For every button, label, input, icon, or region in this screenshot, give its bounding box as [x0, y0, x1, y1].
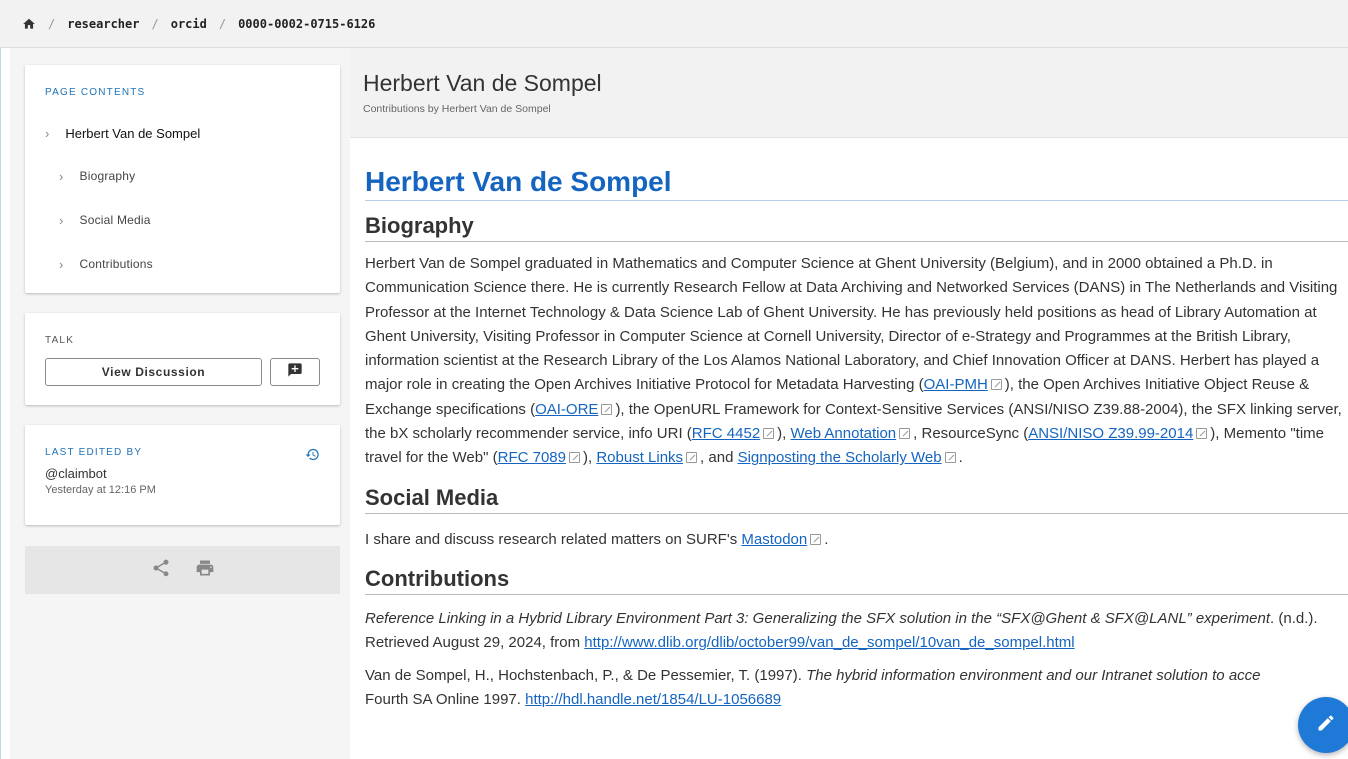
bio-text: ), — [777, 425, 791, 443]
last-edited-title: LAST EDITED BY — [45, 447, 143, 458]
bio-text: Herbert Van de Sompel graduated in Mathe… — [365, 255, 1338, 394]
breadcrumb-separator: / — [48, 16, 56, 31]
last-edited-time: Yesterday at 12:16 PM — [45, 484, 156, 496]
external-link-icon — [990, 379, 1002, 391]
breadcrumb-separator: / — [218, 16, 227, 31]
bio-text: , ResourceSync ( — [913, 425, 1029, 443]
reference-url[interactable]: http://hdl.handle.net/1854/LU-1056689 — [525, 691, 781, 708]
bio-text: . — [958, 449, 963, 467]
chevron-right-icon: › — [45, 125, 50, 141]
toc-item-label: Social Media — [79, 213, 151, 227]
breadcrumb-item-researcher[interactable]: researcher — [67, 17, 139, 31]
external-link-icon — [686, 452, 698, 464]
history-icon[interactable] — [305, 447, 320, 467]
link-web-annotation[interactable]: Web Annotation — [791, 425, 897, 442]
biography-heading: Biography — [365, 213, 1348, 242]
bio-text: , and — [700, 449, 738, 467]
last-edited-card: LAST EDITED BY @claimbot Yesterday at 12… — [25, 425, 340, 525]
add-comment-icon — [287, 362, 303, 383]
last-edited-user: @claimbot — [45, 466, 107, 481]
reference-retrieved: Retrieved August 29, 2024, from — [365, 634, 585, 652]
chevron-right-icon: › — [59, 256, 64, 272]
sidebar: PAGE CONTENTS › Herbert Van de Sompel › … — [10, 48, 350, 759]
chevron-right-icon: › — [59, 212, 64, 228]
contributions-heading: Contributions — [365, 566, 1348, 595]
reference-title: Reference Linking in a Hybrid Library En… — [365, 609, 1271, 627]
article-title: Herbert Van de Sompel — [365, 166, 1348, 201]
add-comment-button[interactable] — [270, 358, 320, 386]
talk-card: TALK View Discussion — [25, 313, 340, 405]
share-icon[interactable] — [151, 558, 171, 583]
link-robust-links[interactable]: Robust Links — [596, 449, 683, 466]
reference-item: Reference Linking in a Hybrid Library En… — [365, 607, 1348, 656]
reference-authors: Van de Sompel, H., Hochstenbach, P., & D… — [365, 666, 807, 684]
pencil-icon — [1316, 713, 1336, 738]
page-actions-bar — [25, 546, 340, 594]
link-rfc-7089[interactable]: RFC 7089 — [498, 449, 566, 466]
external-link-icon — [1196, 428, 1208, 440]
link-rfc-4452[interactable]: RFC 4452 — [692, 425, 760, 442]
reference-title: The hybrid information environment and o… — [806, 666, 1261, 684]
toc-item-contributions[interactable]: › Contributions — [45, 242, 320, 286]
reference-url[interactable]: http://www.dlib.org/dlib/october99/van_d… — [584, 634, 1074, 651]
toc-item-label: Biography — [79, 169, 136, 183]
link-oai-ore[interactable]: OAI-ORE — [535, 401, 598, 418]
external-link-icon — [944, 452, 956, 464]
link-ansi-niso[interactable]: ANSI/NISO Z39.99-2014 — [1028, 425, 1193, 442]
edit-page-button[interactable] — [1298, 697, 1348, 753]
external-link-icon — [601, 403, 613, 415]
page-title: Herbert Van de Sompel — [363, 70, 602, 96]
social-text: I share and discuss research related mat… — [365, 530, 742, 548]
toc-item-social-media[interactable]: › Social Media — [45, 198, 320, 242]
reference-source: Fourth SA Online 1997. — [365, 690, 526, 708]
window-left-edge — [0, 0, 10, 759]
toc-item-label: Contributions — [79, 257, 153, 271]
chevron-right-icon: › — [59, 168, 64, 184]
bio-text: ), — [582, 449, 597, 467]
page-contents-title: PAGE CONTENTS — [45, 87, 146, 98]
link-oai-pmh[interactable]: OAI-PMH — [924, 376, 988, 393]
external-link-icon — [810, 533, 822, 545]
biography-text: Herbert Van de Sompel graduated in Mathe… — [365, 252, 1348, 471]
page-subtitle: Contributions by Herbert Van de Sompel — [363, 103, 551, 115]
link-mastodon[interactable]: Mastodon — [741, 531, 807, 548]
main-content: Herbert Van de Sompel Contributions by H… — [350, 48, 1348, 759]
external-link-icon — [763, 428, 775, 440]
social-media-heading: Social Media — [365, 485, 1348, 514]
print-icon[interactable] — [195, 558, 215, 583]
reference-item: Van de Sompel, H., Hochstenbach, P., & D… — [365, 664, 1348, 713]
home-icon[interactable] — [22, 17, 36, 31]
breadcrumb-item-orcid[interactable]: orcid — [171, 17, 207, 31]
reference-meta: . (n.d.). — [1270, 609, 1318, 627]
page-contents-card: PAGE CONTENTS › Herbert Van de Sompel › … — [25, 65, 340, 293]
breadcrumb-item-orcid-id[interactable]: 0000-0002-0715-6126 — [238, 17, 375, 31]
toc-item-biography[interactable]: › Biography — [45, 154, 320, 198]
toc-item-main[interactable]: › Herbert Van de Sompel — [45, 112, 320, 154]
social-media-text: I share and discuss research related mat… — [365, 528, 1348, 552]
page-header: Herbert Van de Sompel Contributions by H… — [350, 48, 1348, 138]
view-discussion-button[interactable]: View Discussion — [45, 358, 262, 386]
external-link-icon — [568, 452, 580, 464]
talk-title: TALK — [45, 335, 75, 346]
breadcrumb-separator: / — [151, 16, 159, 31]
article: Herbert Van de Sompel Biography Herbert … — [365, 166, 1348, 712]
breadcrumb: / researcher / orcid / 0000-0002-0715-61… — [0, 0, 1348, 48]
social-text: . — [824, 530, 829, 548]
toc-item-label: Herbert Van de Sompel — [65, 125, 201, 141]
external-link-icon — [899, 428, 911, 440]
link-signposting[interactable]: Signposting the Scholarly Web — [738, 449, 942, 466]
